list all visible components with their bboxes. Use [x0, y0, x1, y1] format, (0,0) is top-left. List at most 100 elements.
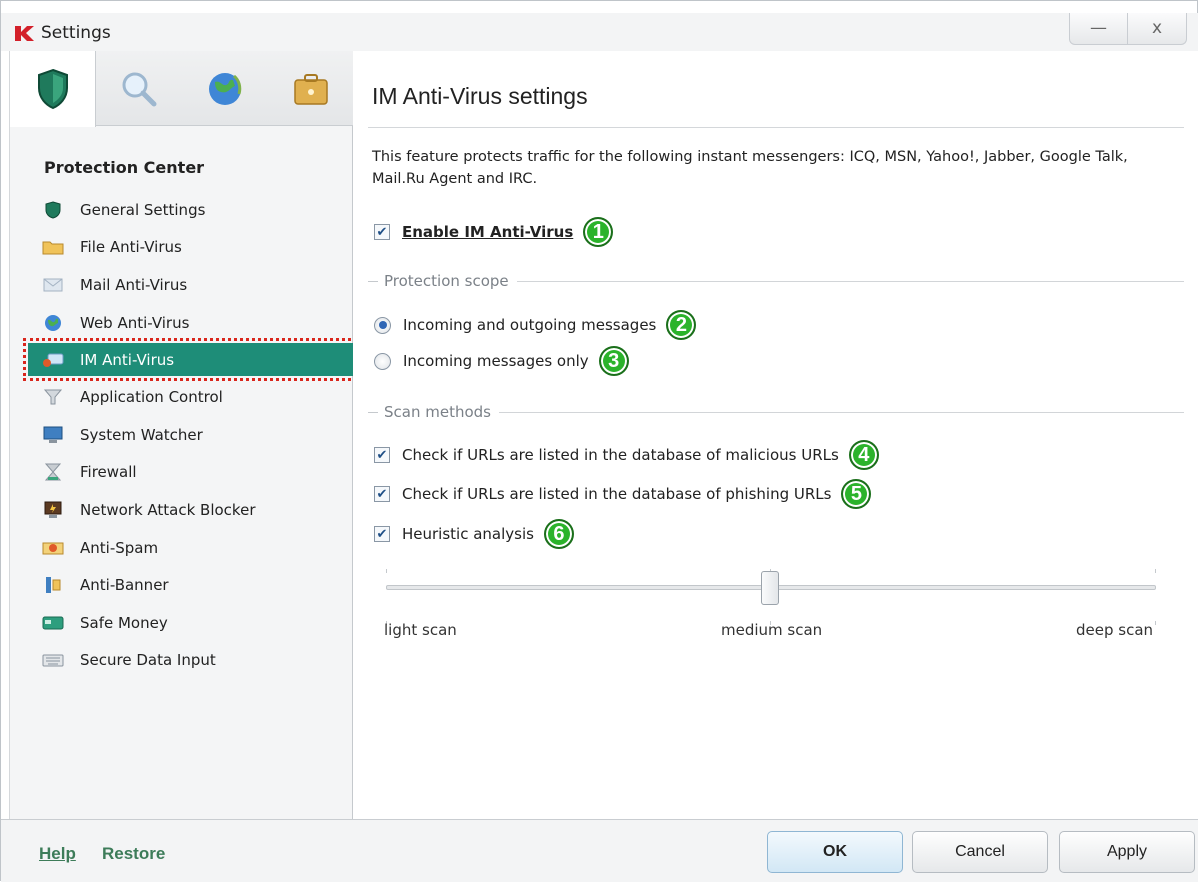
incoming-only-radio[interactable] — [374, 352, 391, 370]
group-line — [498, 411, 1184, 413]
sidebar-item-system-watcher[interactable]: System Watcher — [28, 416, 353, 454]
slider-tick — [386, 569, 387, 573]
enable-im-anti-virus-label: Enable IM Anti-Virus — [402, 223, 574, 241]
feature-description: This feature protects traffic for the fo… — [372, 149, 1128, 187]
sidebar-item-anti-banner[interactable]: Anti-Banner — [28, 566, 353, 604]
shield-icon — [42, 200, 64, 220]
apply-button[interactable]: Apply — [1059, 831, 1195, 873]
minimize-button[interactable]: — — [1070, 13, 1128, 44]
sidebar-item-label: Mail Anti-Virus — [80, 275, 188, 294]
deep-scan-label: deep scan — [1076, 621, 1154, 639]
callout-badge: 6 — [543, 519, 574, 549]
protection-scope-group: Protection scope — [368, 271, 1184, 291]
sidebar-item-im-anti-virus[interactable]: IM Anti-Virus — [23, 338, 358, 382]
folder-icon — [42, 237, 64, 257]
enable-im-anti-virus-row[interactable]: ✔ Enable IM Anti-Virus 1 — [374, 217, 614, 247]
hourglass-icon — [42, 462, 64, 482]
scan-option-malicious-urls[interactable]: ✔ Check if URLs are listed in the databa… — [374, 440, 879, 470]
protection-scope-label: Protection scope — [384, 272, 509, 290]
malicious-urls-checkbox[interactable]: ✔ — [374, 447, 390, 463]
funnel-icon — [42, 387, 64, 407]
envelope-icon — [42, 275, 64, 295]
scope-option-in-only[interactable]: Incoming messages only 3 — [374, 346, 629, 376]
tab-update[interactable] — [182, 51, 268, 126]
close-button[interactable]: x — [1128, 13, 1186, 44]
slider-tick — [1155, 621, 1156, 625]
sidebar-item-secure-data-input[interactable]: Secure Data Input — [28, 642, 353, 680]
sidebar-item-label: General Settings — [80, 200, 206, 219]
group-dash — [368, 411, 378, 413]
incoming-outgoing-label: Incoming and outgoing messages — [403, 316, 657, 334]
settings-panel: IM Anti-Virus settings This feature prot… — [354, 51, 1198, 819]
enable-im-anti-virus-checkbox[interactable]: ✔ — [374, 224, 390, 240]
sidebar-item-label: Anti-Spam — [80, 538, 159, 557]
settings-window: Settings — x Protection Center General S… — [0, 0, 1198, 882]
malicious-urls-label: Check if URLs are listed in the database… — [402, 446, 839, 464]
sidebar-item-application-control[interactable]: Application Control — [28, 378, 353, 416]
sidebar-item-label: Anti-Banner — [80, 576, 169, 595]
sidebar-item-mail-anti-virus[interactable]: Mail Anti-Virus — [28, 266, 353, 304]
sidebar-item-safe-money[interactable]: Safe Money — [28, 604, 353, 642]
heuristic-analysis-label: Heuristic analysis — [402, 525, 534, 543]
sidebar-item-label: Web Anti-Virus — [80, 313, 190, 332]
scan-level-slider[interactable] — [386, 569, 1156, 625]
sidebar-item-firewall[interactable]: Firewall — [28, 454, 353, 492]
restore-link[interactable]: Restore — [102, 844, 165, 864]
scan-methods-label: Scan methods — [384, 403, 491, 421]
medium-scan-label: medium scan — [721, 621, 823, 639]
sidebar-item-label: Safe Money — [80, 613, 168, 632]
title-divider — [368, 127, 1184, 128]
spam-icon — [42, 538, 64, 558]
sidebar-item-anti-spam[interactable]: Anti-Spam — [28, 529, 353, 567]
briefcase-icon — [294, 73, 328, 105]
category-tabs — [10, 51, 354, 127]
magnifier-icon — [122, 72, 157, 106]
cancel-button[interactable]: Cancel — [912, 831, 1048, 873]
phishing-urls-label: Check if URLs are listed in the database… — [402, 485, 832, 503]
group-dash — [368, 280, 378, 282]
tab-protection[interactable] — [10, 51, 96, 127]
sidebar-item-label: File Anti-Virus — [80, 238, 182, 257]
scope-option-in-out[interactable]: Incoming and outgoing messages 2 — [374, 310, 697, 340]
slider-thumb[interactable] — [761, 571, 779, 605]
scan-option-heuristic[interactable]: ✔ Heuristic analysis 6 — [374, 519, 574, 549]
slider-tick — [1155, 569, 1156, 573]
callout-badge: 4 — [848, 440, 879, 470]
sidebar-item-label: Application Control — [80, 388, 223, 407]
sidebar-item-general-settings[interactable]: General Settings — [28, 191, 353, 229]
sidebar-item-label: Secure Data Input — [80, 651, 216, 670]
tab-additional[interactable] — [268, 51, 354, 126]
callout-badge: 2 — [666, 310, 697, 340]
ok-button[interactable]: OK — [767, 831, 903, 873]
scan-methods-group: Scan methods — [368, 402, 1184, 422]
globe-icon — [42, 313, 64, 333]
sidebar-item-web-anti-virus[interactable]: Web Anti-Virus — [28, 304, 353, 342]
sidebar: Protection Center General Settings File … — [9, 51, 358, 819]
card-icon — [42, 613, 64, 633]
tab-scan[interactable] — [96, 51, 182, 126]
sidebar-item-label: Network Attack Blocker — [80, 500, 256, 519]
help-link[interactable]: Help — [39, 844, 76, 864]
incoming-only-label: Incoming messages only — [403, 352, 589, 370]
sidebar-item-label: System Watcher — [80, 425, 203, 444]
window-title: Settings — [41, 23, 111, 43]
globe-icon — [209, 72, 242, 105]
section-title: Protection Center — [44, 158, 205, 177]
callout-badge: 5 — [841, 479, 872, 509]
network-icon — [42, 500, 64, 520]
sidebar-item-file-anti-virus[interactable]: File Anti-Virus — [28, 229, 353, 267]
light-scan-label: light scan — [384, 621, 457, 639]
sidebar-item-label: IM Anti-Virus — [80, 350, 175, 369]
window-controls: — x — [1069, 13, 1187, 45]
incoming-outgoing-radio[interactable] — [374, 316, 391, 334]
banner-icon — [42, 575, 64, 595]
page-title: IM Anti-Virus settings — [372, 83, 588, 109]
scan-option-phishing-urls[interactable]: ✔ Check if URLs are listed in the databa… — [374, 479, 872, 509]
kaspersky-logo-icon — [15, 26, 34, 41]
heuristic-analysis-checkbox[interactable]: ✔ — [374, 526, 390, 542]
phishing-urls-checkbox[interactable]: ✔ — [374, 486, 390, 502]
monitor-icon — [42, 425, 64, 445]
sidebar-item-network-attack-blocker[interactable]: Network Attack Blocker — [28, 491, 353, 529]
sidebar-item-label: Firewall — [80, 463, 137, 482]
title-bar: Settings — x — [1, 13, 1198, 51]
